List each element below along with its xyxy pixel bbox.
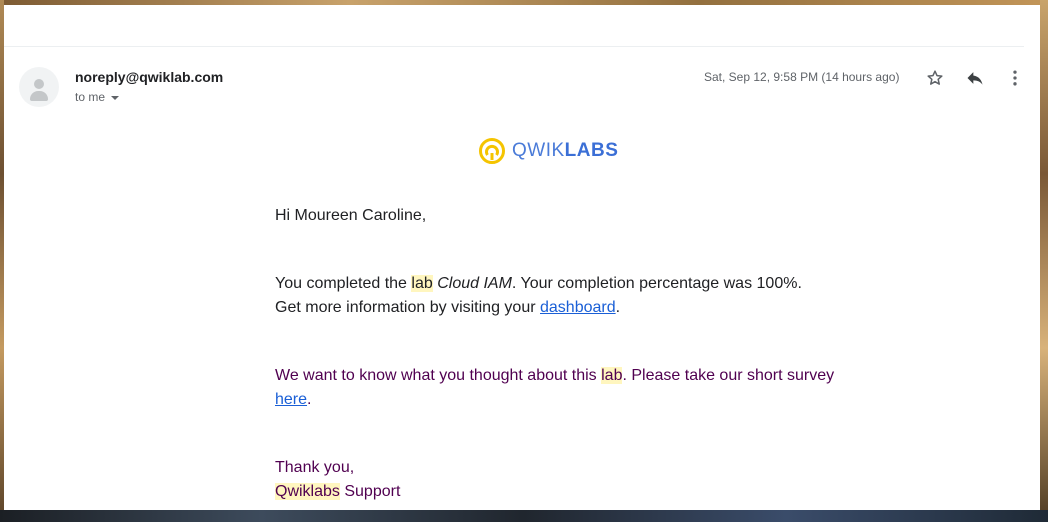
reply-button[interactable] (962, 65, 988, 91)
sender-address[interactable]: noreply@qwiklab.com (75, 69, 223, 85)
message-date: Sat, Sep 12, 9:58 PM (14 hours ago) (704, 70, 900, 84)
completed-prefix: You completed the (275, 275, 412, 292)
more-vert-icon (1013, 70, 1017, 86)
background-right (1040, 0, 1048, 522)
recipient-toggle[interactable]: to me (75, 90, 120, 104)
signature-highlight: Qwiklabs (275, 483, 340, 500)
completed-suffix: . Your completion percentage was 100%. (511, 275, 802, 292)
signature-rest: Support (339, 483, 401, 500)
dashboard-prefix: Get more information by visiting your (275, 299, 540, 316)
survey-period: . (307, 391, 312, 408)
logo-text-qwik: QWIK (512, 140, 565, 161)
recipient-label: to me (75, 90, 106, 104)
qwiklabs-logo-icon (479, 138, 505, 164)
taskbar-strip (0, 510, 1048, 522)
survey-link[interactable]: here (275, 391, 307, 408)
more-options-button[interactable] (1002, 65, 1028, 91)
star-icon (927, 70, 943, 85)
email-panel: noreply@qwiklab.com to me Sat, Sep 12, 9… (4, 5, 1040, 510)
highlight-lab: lab (411, 275, 433, 292)
avatar-head (34, 79, 44, 89)
survey-suffix: . Please take our short survey (622, 367, 835, 384)
survey-paragraph: We want to know what you thought about t… (275, 364, 835, 412)
qwiklabs-logo: QWIKLABS (478, 137, 618, 165)
header-divider (4, 46, 1024, 47)
reply-icon (967, 72, 983, 85)
dashboard-period: . (615, 299, 621, 316)
thanks-line: Thank you, (275, 459, 355, 476)
avatar-body (30, 91, 48, 101)
star-button[interactable] (922, 65, 948, 91)
qwiklabs-wordmark: QWIKLABS (512, 140, 618, 162)
chevron-down-icon (111, 95, 120, 100)
highlight-lab-survey: lab (601, 367, 623, 384)
lab-name: Cloud IAM (437, 275, 512, 292)
survey-prefix: We want to know what you thought about t… (275, 367, 602, 384)
sender-avatar[interactable] (19, 67, 59, 107)
dashboard-link[interactable]: dashboard (540, 299, 616, 316)
greeting: Hi Moureen Caroline, (275, 207, 427, 224)
closing: Thank you, Qwiklabs Support (275, 456, 835, 504)
logo-text-labs: LABS (564, 140, 619, 161)
completion-paragraph: You completed the lab Cloud IAM. Your co… (275, 272, 835, 320)
